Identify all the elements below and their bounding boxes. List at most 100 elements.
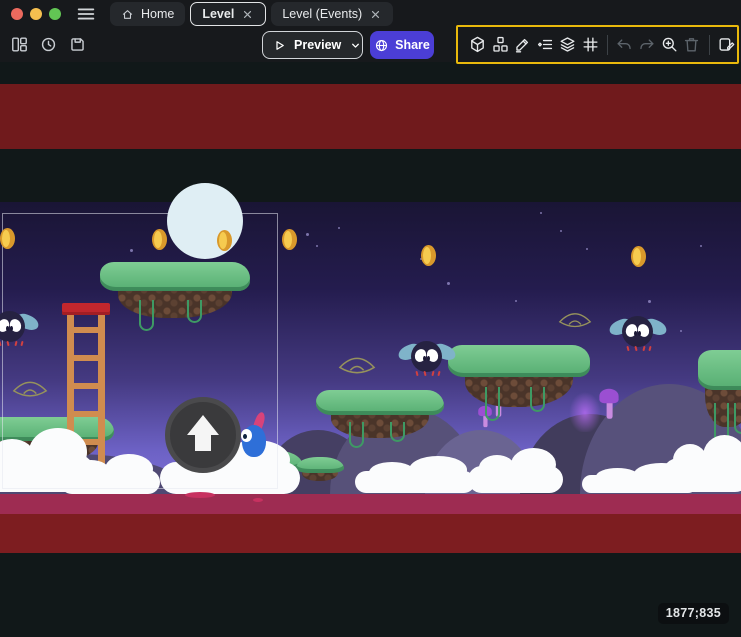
grass-bush[interactable] [296, 457, 344, 481]
coin[interactable] [631, 246, 646, 267]
close-tab-icon[interactable] [241, 8, 254, 21]
floating-island-platform[interactable] [698, 350, 741, 438]
toolbar-divider [607, 35, 608, 55]
window-header: Home Level Level (Events) [0, 0, 741, 62]
tool-redo-button [636, 32, 657, 58]
paint-splat [253, 498, 263, 502]
tool-zoom-in-button[interactable] [659, 32, 680, 58]
coin[interactable] [217, 230, 232, 251]
coin-face [2, 230, 10, 247]
preview-label: Preview [294, 38, 341, 52]
cloud-puff [511, 448, 557, 482]
save-icon[interactable] [66, 33, 88, 55]
tab-home[interactable]: Home [110, 2, 185, 26]
bat-pupil [6, 326, 9, 331]
tool-edit-pencil-button[interactable] [512, 32, 533, 58]
layout-panels-icon[interactable] [8, 33, 30, 55]
up-arrow-icon [187, 415, 219, 435]
star-dot [540, 212, 542, 214]
bat-claw [0, 341, 2, 346]
bat-enemy[interactable] [398, 338, 456, 378]
bat-claw [437, 371, 440, 376]
edit-pencil-icon [513, 35, 532, 54]
tool-3d-box-button[interactable] [467, 32, 488, 58]
platform-vine [734, 403, 741, 435]
coin[interactable] [0, 228, 15, 249]
tool-instances-list-button[interactable] [534, 32, 555, 58]
app-window: Home Level Level (Events) [0, 0, 741, 637]
bat-enemy[interactable] [609, 313, 667, 353]
bat-body [411, 341, 442, 372]
tab-label: Level [202, 7, 234, 21]
cloud-puff [703, 435, 741, 478]
tab-level-events[interactable]: Level (Events) [271, 2, 393, 26]
close-window-button[interactable] [11, 8, 23, 20]
coin[interactable] [152, 229, 167, 250]
moon[interactable] [167, 183, 243, 259]
maximize-window-button[interactable] [49, 8, 61, 20]
cloud[interactable] [468, 466, 563, 493]
cloud[interactable] [355, 471, 475, 493]
cloud[interactable] [662, 458, 741, 492]
floating-island-platform[interactable] [316, 390, 444, 444]
grid-icon [581, 35, 600, 54]
bat-claw [648, 346, 651, 351]
bat-pupil [423, 356, 426, 361]
toolbar-divider [709, 35, 710, 55]
star-dot [447, 282, 450, 285]
star-dot [515, 300, 517, 302]
share-button[interactable]: Share [370, 31, 434, 59]
bat-pupil [427, 356, 430, 361]
cloud-puff [479, 455, 515, 481]
layers-icon [558, 35, 577, 54]
tool-grid-button[interactable] [579, 32, 600, 58]
mushroom-decoration[interactable] [599, 389, 618, 420]
star-dot [316, 245, 318, 247]
ufo-outline-decoration[interactable] [338, 354, 376, 379]
touch-control-up-button[interactable] [165, 397, 241, 473]
star-dot [338, 227, 340, 229]
coin-face [633, 248, 641, 265]
close-tab-icon[interactable] [369, 8, 382, 21]
tab-level[interactable]: Level [190, 2, 266, 26]
preview-button-group: Preview [262, 31, 363, 59]
tool-scene-properties-button[interactable] [716, 32, 737, 58]
star-dot [560, 230, 562, 232]
3d-box-icon [468, 35, 487, 54]
bat-pupil [634, 331, 637, 336]
platform-grass [316, 390, 444, 415]
floating-island-platform[interactable] [448, 345, 590, 415]
tab-bar: Home Level Level (Events) [110, 0, 393, 28]
tool-objects-button[interactable] [489, 32, 510, 58]
coin[interactable] [421, 245, 436, 266]
history-clock-icon[interactable] [37, 33, 59, 55]
platform-vine [390, 422, 405, 441]
ufo-outline-decoration[interactable] [556, 310, 594, 332]
titlebar: Home Level Level (Events) [0, 0, 741, 28]
star-dot [586, 248, 588, 250]
platform-grass [296, 457, 344, 473]
play-icon [272, 38, 287, 53]
preview-button[interactable]: Preview [263, 32, 341, 58]
coin[interactable] [282, 229, 297, 250]
preview-options-chevron-icon[interactable] [348, 32, 363, 58]
bat-claw [415, 371, 418, 376]
home-icon [121, 8, 134, 21]
scene-editor-canvas[interactable]: 1877;835 [0, 62, 741, 637]
bat-claw [431, 371, 434, 376]
share-label: Share [395, 38, 430, 52]
main-menu-hamburger-icon[interactable] [74, 3, 98, 25]
tool-layers-button[interactable] [557, 32, 578, 58]
up-arrow-stem [195, 434, 211, 451]
bat-enemy[interactable] [0, 308, 39, 348]
cloud-puff [409, 456, 467, 484]
undo-icon [615, 35, 634, 54]
minimize-window-button[interactable] [30, 8, 42, 20]
scene-objects-layer [0, 62, 741, 637]
cloud-puff [369, 462, 415, 483]
platform-vine [349, 422, 364, 448]
star-dot [700, 245, 702, 247]
trash-icon [682, 35, 701, 54]
bat-body [622, 316, 653, 347]
star-dot [306, 233, 309, 236]
